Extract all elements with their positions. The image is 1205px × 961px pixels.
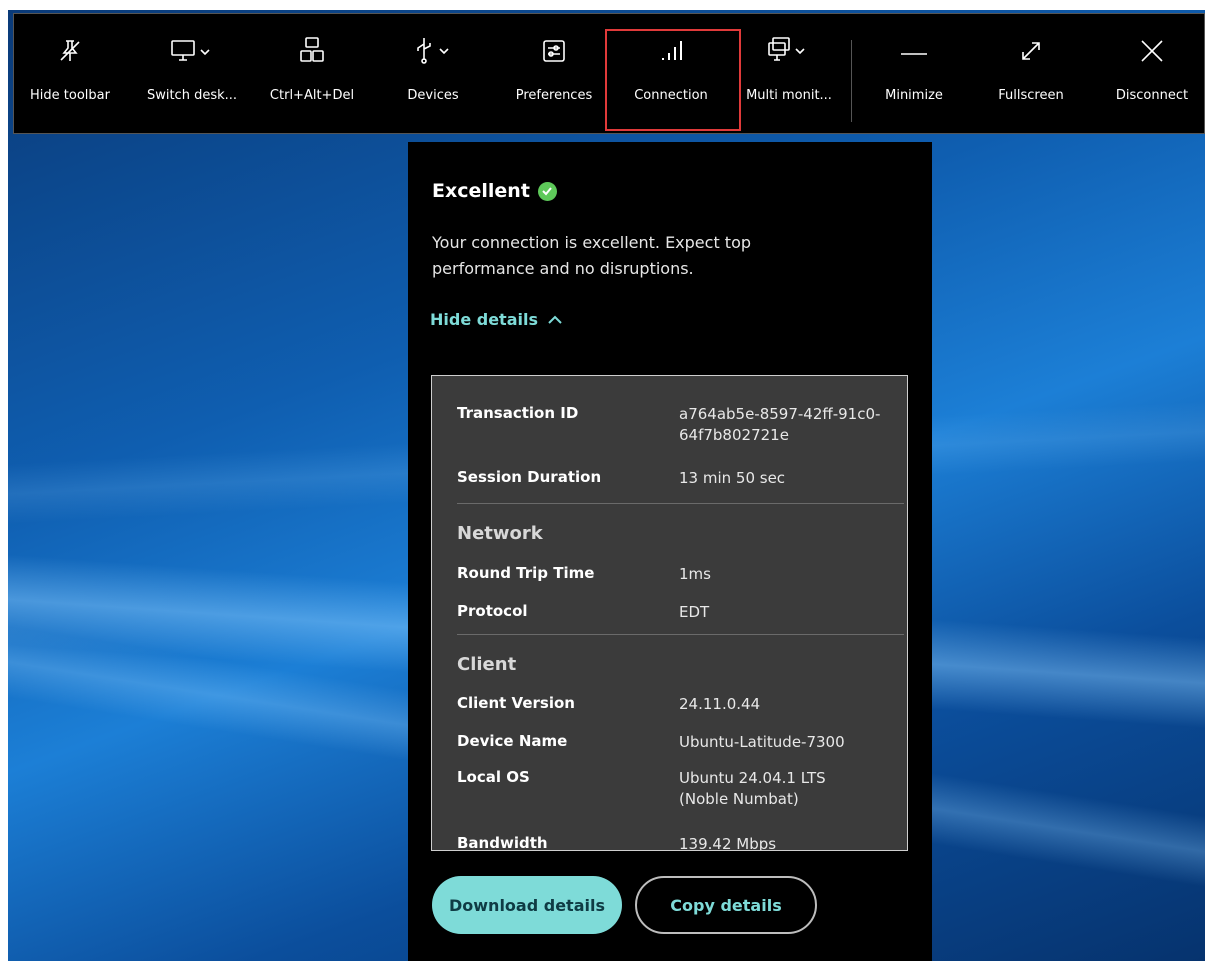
check-circle-icon — [537, 181, 557, 201]
fullscreen-button[interactable]: Fullscreen — [986, 14, 1076, 133]
hide-toolbar-button[interactable]: Hide toolbar — [18, 14, 122, 133]
detail-value: 13 min 50 sec — [679, 469, 786, 487]
preferences-button[interactable]: Preferences — [504, 14, 604, 133]
detail-value: Ubuntu 24.04.1 LTS (Noble Numbat) — [679, 769, 826, 808]
detail-label: Bandwidth — [457, 834, 548, 851]
section-divider — [457, 634, 904, 635]
chevron-up-icon — [548, 315, 562, 324]
expand-icon — [1001, 14, 1061, 74]
connection-panel: Excellent Your connection is excellent. … — [408, 142, 932, 961]
detail-value: a764ab5e-8597-42ff-91c0-64f7b802721e — [679, 405, 881, 444]
detail-label: Protocol — [457, 602, 528, 620]
detail-value: 139.42 Mbps — [679, 835, 777, 851]
pin-off-icon — [40, 14, 100, 74]
details-scroll-area[interactable]: Transaction ID a764ab5e-8597-42ff-91c0-6… — [431, 375, 908, 851]
status-description: Your connection is excellent. Expect top… — [432, 233, 752, 278]
usb-icon — [398, 14, 468, 74]
close-icon — [1122, 14, 1182, 74]
connection-highlight-box — [605, 29, 741, 131]
devices-button[interactable]: Devices — [392, 14, 474, 133]
multi-monitor-icon — [754, 14, 824, 74]
ctrl-alt-del-button[interactable]: Ctrl+Alt+Del — [262, 14, 362, 133]
detail-label: Client Version — [457, 694, 575, 712]
switch-desktop-button[interactable]: Switch desk... — [136, 14, 248, 133]
hide-details-toggle[interactable]: Hide details — [430, 310, 562, 329]
monitor-icon — [157, 14, 227, 74]
copy-details-button[interactable]: Copy details — [635, 876, 817, 934]
hide-details-label: Hide details — [430, 310, 538, 329]
detail-label: Session Duration — [457, 468, 602, 486]
session-toolbar: Hide toolbar Switch desk... Ctrl+Alt+Del — [13, 13, 1205, 134]
detail-value: 1ms — [679, 565, 711, 583]
detail-label: Transaction ID — [457, 404, 579, 422]
download-details-button[interactable]: Download details — [432, 876, 622, 934]
toolbar-divider — [851, 40, 852, 122]
sliders-icon — [524, 14, 584, 74]
detail-value: Ubuntu-Latitude-7300 — [679, 733, 845, 751]
status-label: Excellent — [432, 180, 530, 202]
keyboard-keys-icon — [282, 14, 342, 74]
connection-status: Excellent — [432, 180, 557, 202]
minimize-icon — [884, 14, 944, 74]
detail-label: Device Name — [457, 732, 568, 750]
network-heading: Network — [457, 523, 543, 544]
detail-label: Round Trip Time — [457, 564, 595, 582]
client-heading: Client — [457, 654, 517, 675]
disconnect-button[interactable]: Disconnect — [1104, 14, 1200, 133]
minimize-button[interactable]: Minimize — [869, 14, 959, 133]
detail-label: Local OS — [457, 768, 530, 786]
detail-value: 24.11.0.44 — [679, 695, 761, 713]
detail-value: EDT — [679, 603, 710, 621]
multi-monitor-button[interactable]: Multi monit... — [739, 14, 839, 133]
section-divider — [457, 503, 904, 504]
